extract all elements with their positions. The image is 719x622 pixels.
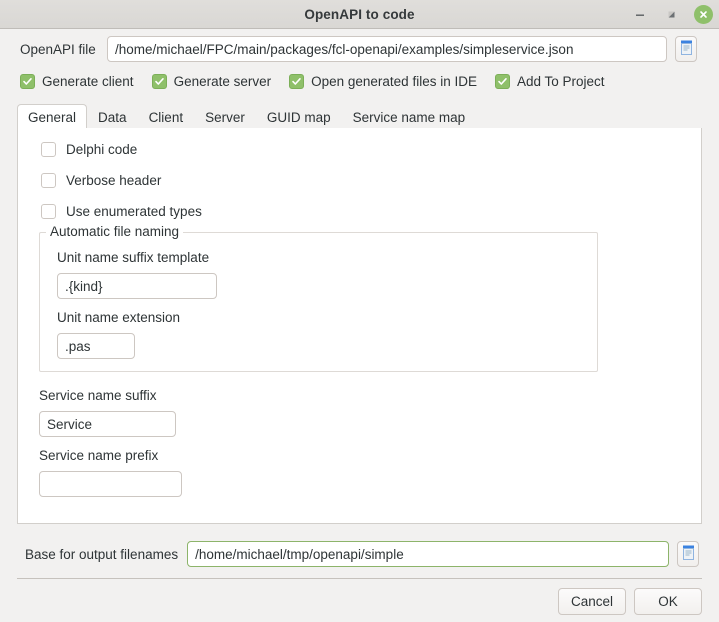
document-browse-icon: [682, 545, 695, 564]
openapi-file-browse-button[interactable]: [675, 36, 697, 62]
tab-client[interactable]: Client: [138, 104, 195, 129]
checkbox-verbose-header[interactable]: Verbose header: [41, 173, 161, 188]
checkbox-label: Delphi code: [66, 142, 138, 157]
service-name-prefix-label: Service name prefix: [39, 448, 159, 463]
service-name-prefix-input[interactable]: [39, 471, 182, 497]
checkbox-box: [41, 204, 56, 219]
base-output-browse-button[interactable]: [677, 541, 700, 567]
checkbox-add-to-project[interactable]: Add To Project: [494, 74, 605, 89]
checkbox-use-enumerated-types[interactable]: Use enumerated types: [41, 204, 202, 219]
tab-server[interactable]: Server: [194, 104, 256, 129]
tab-data[interactable]: Data: [87, 104, 138, 129]
unit-name-suffix-template-label: Unit name suffix template: [57, 250, 210, 265]
maximize-icon[interactable]: [662, 5, 682, 25]
document-browse-icon: [680, 40, 693, 59]
minimize-icon[interactable]: [630, 5, 650, 25]
global-options-row: Generate client Generate server Open gen…: [20, 74, 623, 89]
unit-name-extension-label: Unit name extension: [57, 310, 181, 325]
checkbox-box: [41, 173, 56, 188]
window-controls: [630, 0, 713, 29]
footer-separator: [17, 578, 702, 579]
checkbox-delphi-code[interactable]: Delphi code: [41, 142, 137, 157]
checkbox-label: Use enumerated types: [66, 204, 202, 219]
checkbox-box: [41, 142, 56, 157]
unit-name-suffix-template-input[interactable]: [57, 273, 217, 299]
close-icon[interactable]: [694, 5, 713, 24]
tabbar: General Data Client Server GUID map Serv…: [17, 104, 702, 129]
cancel-button[interactable]: Cancel: [558, 588, 626, 615]
openapi-file-row: OpenAPI file: [0, 36, 719, 62]
group-title: Automatic file naming: [46, 224, 184, 239]
checkbox-generate-client[interactable]: Generate client: [20, 74, 134, 89]
checkbox-label: Generate server: [173, 74, 272, 89]
service-name-suffix-label: Service name suffix: [39, 388, 157, 403]
window-title: OpenAPI to code: [304, 6, 415, 22]
unit-name-extension-input[interactable]: [57, 333, 135, 359]
checkbox-label: Add To Project: [516, 74, 605, 89]
base-output-row: Base for output filenames: [0, 541, 719, 567]
tab-service-name-map[interactable]: Service name map: [342, 104, 477, 129]
tab-guid-map[interactable]: GUID map: [256, 104, 342, 129]
checkmark-icon: [151, 74, 167, 89]
openapi-file-input[interactable]: [107, 36, 667, 62]
window-titlebar: OpenAPI to code: [0, 0, 719, 29]
service-name-suffix-input[interactable]: [39, 411, 176, 437]
openapi-file-label: OpenAPI file: [20, 41, 96, 57]
base-output-label: Base for output filenames: [25, 546, 179, 562]
checkbox-generate-server[interactable]: Generate server: [151, 74, 272, 89]
checkmark-icon: [289, 74, 305, 89]
checkbox-label: Generate client: [42, 74, 134, 89]
ok-button[interactable]: OK: [634, 588, 702, 615]
checkbox-open-generated-files-in-ide[interactable]: Open generated files in IDE: [289, 74, 477, 89]
dialog-buttons: Cancel OK: [558, 588, 702, 615]
checkmark-icon: [494, 74, 510, 89]
base-output-input[interactable]: [187, 541, 670, 567]
checkbox-label: Verbose header: [66, 173, 162, 188]
automatic-file-naming-group: Automatic file naming Unit name suffix t…: [39, 224, 598, 372]
tab-general[interactable]: General: [17, 104, 88, 129]
checkmark-icon: [20, 74, 35, 89]
checkbox-label: Open generated files in IDE: [311, 74, 477, 89]
tab-panel-general: Delphi code Verbose header Use enumerate…: [17, 128, 702, 524]
